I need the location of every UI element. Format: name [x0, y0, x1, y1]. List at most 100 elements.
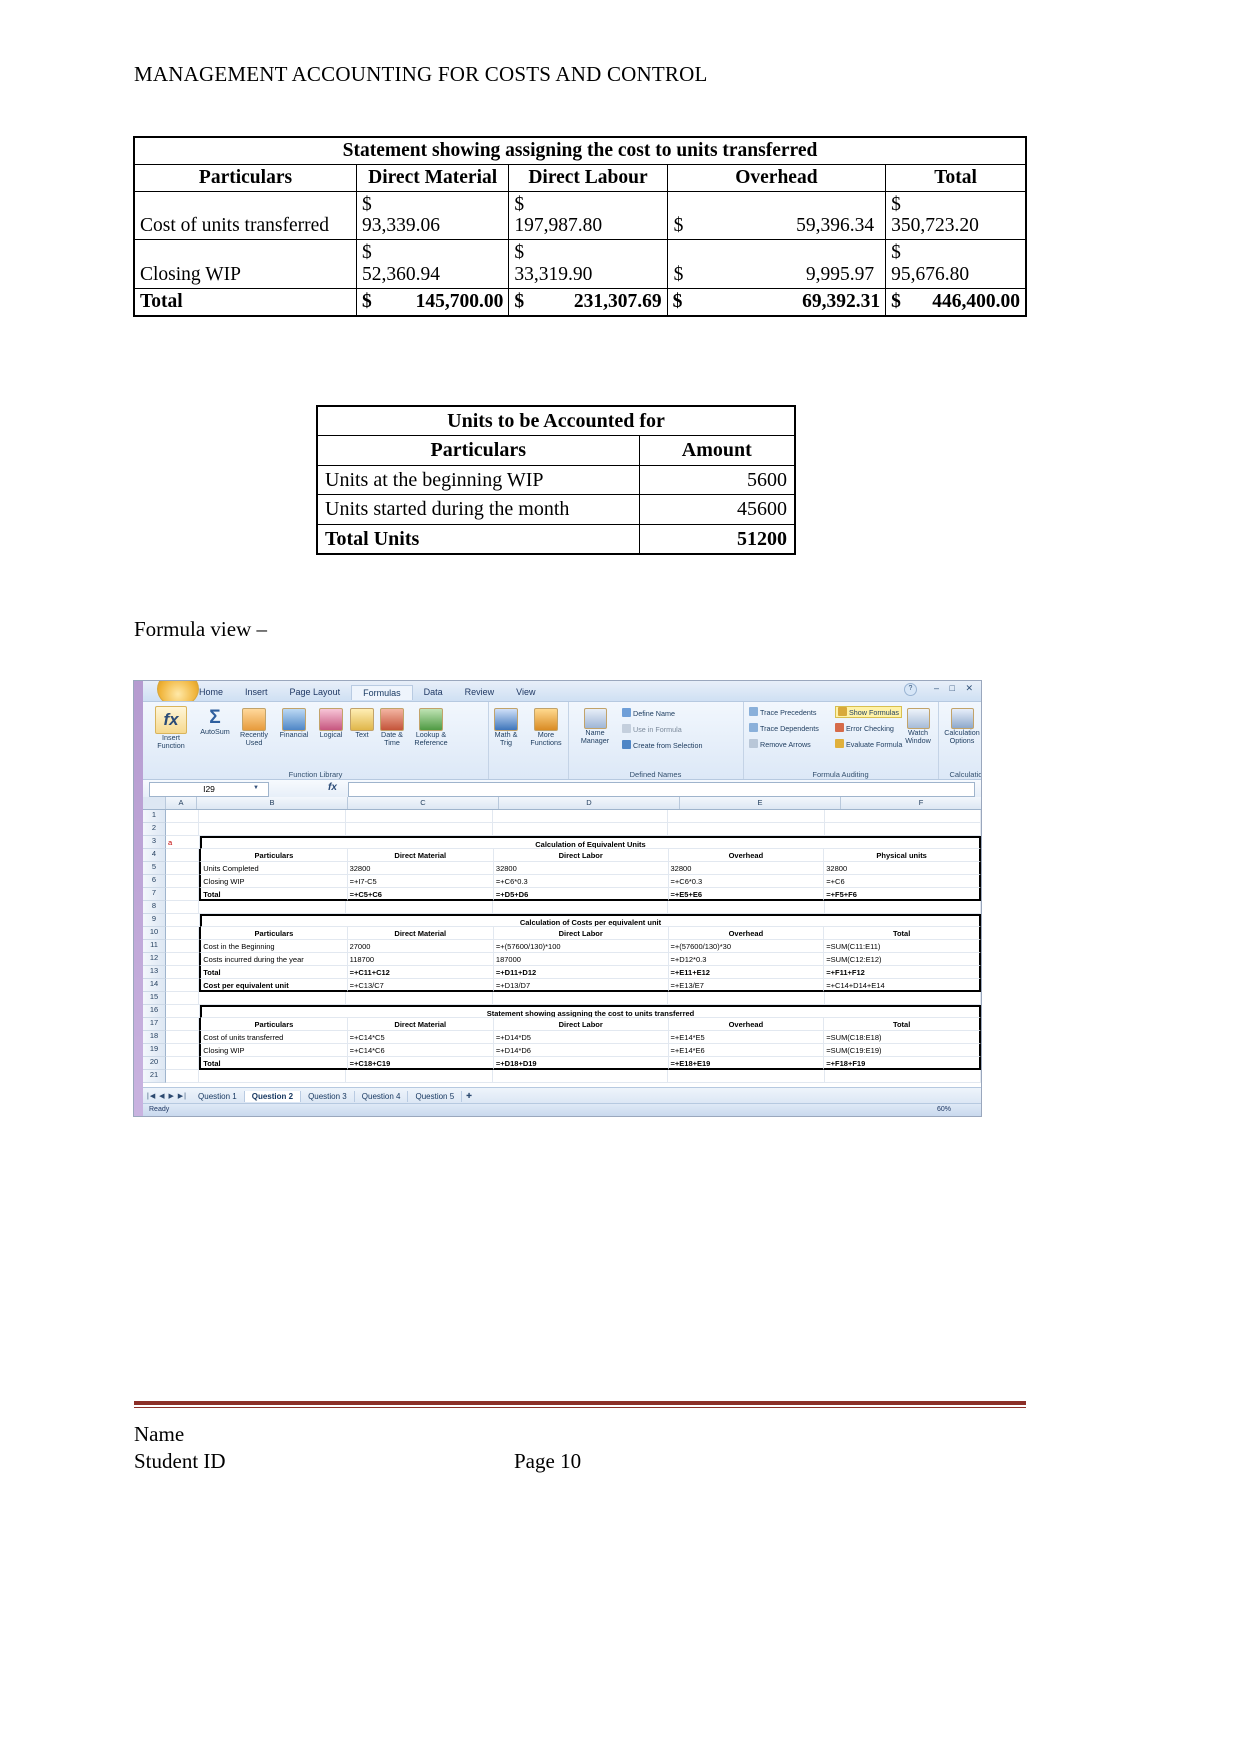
formula-bar-input[interactable]	[348, 782, 975, 797]
block3-header-direct-material[interactable]: Direct Material	[347, 1018, 494, 1031]
cell[interactable]	[346, 1070, 494, 1083]
row-header[interactable]: 18	[143, 1031, 166, 1044]
row-header[interactable]: 16	[143, 1005, 166, 1018]
sheet-tab-question-4[interactable]: Question 4	[355, 1090, 409, 1102]
name-manager-button[interactable]: Name Manager	[574, 708, 616, 745]
ribbon-tab-review[interactable]: Review	[454, 685, 506, 699]
column-header-e[interactable]: E	[680, 797, 841, 809]
cell[interactable]: =SUM(C19:E19)	[824, 1044, 981, 1057]
cell[interactable]: Total	[199, 1057, 348, 1070]
cell[interactable]	[346, 901, 494, 914]
block2-header-direct-material[interactable]: Direct Material	[347, 927, 494, 940]
ribbon-tab-insert[interactable]: Insert	[234, 685, 279, 699]
block3-header-particulars[interactable]: Particulars	[199, 1018, 348, 1031]
row-header[interactable]: 4	[143, 849, 166, 862]
row-header[interactable]: 14	[143, 979, 166, 992]
cell[interactable]: Cost per equivalent unit	[199, 979, 348, 992]
cell[interactable]: 187000	[493, 953, 669, 966]
sheet-tab-question-5[interactable]: Question 5	[408, 1090, 463, 1102]
cell[interactable]	[199, 810, 347, 823]
row-header[interactable]: 13	[143, 966, 166, 979]
cell[interactable]	[199, 823, 347, 836]
row-header[interactable]: 17	[143, 1018, 166, 1031]
text-button[interactable]: Text	[349, 708, 375, 739]
column-header-c[interactable]: C	[348, 797, 499, 809]
cell[interactable]: Total	[199, 966, 348, 979]
cell[interactable]: =+F11+F12	[824, 966, 981, 979]
cell[interactable]	[493, 1070, 669, 1083]
sheet-tab-question-1[interactable]: Question 1	[191, 1090, 245, 1102]
logical-button[interactable]: Logical	[315, 708, 347, 739]
trace-precedents-button[interactable]: Trace Precedents	[749, 707, 816, 717]
trace-dependents-button[interactable]: Trace Dependents	[749, 723, 819, 733]
math-trig-button[interactable]: Math & Trig	[488, 708, 524, 747]
cell[interactable]: =+D12*0.3	[668, 953, 825, 966]
zoom-level[interactable]: 60%	[937, 1104, 951, 1116]
cell[interactable]: =+C5+C6	[347, 888, 494, 901]
create-from-selection-button[interactable]: Create from Selection	[622, 740, 703, 750]
lookup-reference-button[interactable]: Lookup & Reference	[409, 708, 453, 747]
cell[interactable]	[166, 966, 200, 979]
cell[interactable]	[199, 901, 347, 914]
cell[interactable]: =+D11+D12	[493, 966, 669, 979]
show-formulas-button[interactable]: Show Formulas	[835, 706, 902, 718]
chevron-down-icon[interactable]: ▼	[253, 785, 259, 791]
cell[interactable]	[493, 992, 669, 1005]
recently-used-button[interactable]: Recently Used	[235, 708, 273, 747]
watch-window-button[interactable]: Watch Window	[901, 708, 935, 745]
cell[interactable]	[668, 1070, 825, 1083]
row-header[interactable]: 15	[143, 992, 166, 1005]
cell[interactable]: =+C6*0.3	[493, 875, 669, 888]
row-header[interactable]: 21	[143, 1070, 166, 1083]
row-header[interactable]: 20	[143, 1057, 166, 1070]
block2-header-particulars[interactable]: Particulars	[199, 927, 348, 940]
cell[interactable]	[346, 992, 494, 1005]
block3-header-total[interactable]: Total	[824, 1018, 981, 1031]
sheet-tab-question-3[interactable]: Question 3	[301, 1090, 355, 1102]
cell[interactable]: =+C11+C12	[347, 966, 494, 979]
column-header-b[interactable]: B	[197, 797, 348, 809]
cell[interactable]	[166, 927, 200, 940]
cell[interactable]: =+C6	[824, 875, 981, 888]
define-name-button[interactable]: Define Name	[622, 708, 675, 718]
cell[interactable]: =SUM(C11:E11)	[824, 940, 981, 953]
cell[interactable]	[166, 1070, 200, 1083]
sheet-nav-buttons[interactable]: |◀ ◀ ▶ ▶|	[143, 1092, 191, 1100]
date-time-button[interactable]: Date & Time	[375, 708, 409, 747]
cell[interactable]	[824, 992, 981, 1005]
row-header[interactable]: 5	[143, 862, 166, 875]
cell[interactable]: 32800	[824, 862, 981, 875]
cell[interactable]	[493, 901, 669, 914]
row-header[interactable]: 6	[143, 875, 166, 888]
cell[interactable]: Closing WIP	[199, 1044, 348, 1057]
cell[interactable]: 32800	[668, 862, 825, 875]
cell[interactable]: Total	[199, 888, 348, 901]
cell[interactable]: =+E5+E6	[668, 888, 825, 901]
block1-header-direct-labor[interactable]: Direct Labor	[493, 849, 669, 862]
cell[interactable]: Units Completed	[199, 862, 348, 875]
error-checking-button[interactable]: Error Checking	[835, 723, 894, 733]
cell[interactable]: =+E11+E12	[668, 966, 825, 979]
cell[interactable]: =+E14*E6	[668, 1044, 825, 1057]
cell[interactable]: =+C14+D14+E14	[824, 979, 981, 992]
cell[interactable]	[166, 992, 200, 1005]
cell[interactable]: =+C6*0.3	[668, 875, 825, 888]
evaluate-formula-button[interactable]: Evaluate Formula	[835, 739, 902, 749]
row-header[interactable]: 19	[143, 1044, 166, 1057]
cell[interactable]	[824, 810, 981, 823]
cell[interactable]	[668, 992, 825, 1005]
cell[interactable]	[824, 1070, 981, 1083]
cell[interactable]: =+F5+F6	[824, 888, 981, 901]
more-functions-button[interactable]: More Functions	[524, 708, 568, 747]
cell[interactable]	[166, 1018, 200, 1031]
cell[interactable]: =SUM(C18:E18)	[824, 1031, 981, 1044]
cell[interactable]: 118700	[347, 953, 494, 966]
block2-header-overhead[interactable]: Overhead	[668, 927, 825, 940]
ribbon-tab-home[interactable]: Home	[188, 685, 234, 699]
cell[interactable]: =+D5+D6	[493, 888, 669, 901]
column-header-d[interactable]: D	[499, 797, 680, 809]
row-header[interactable]: 9	[143, 914, 166, 927]
cell[interactable]: =SUM(C12:E12)	[824, 953, 981, 966]
cell[interactable]: =+C14*C5	[347, 1031, 494, 1044]
cell[interactable]	[493, 823, 669, 836]
